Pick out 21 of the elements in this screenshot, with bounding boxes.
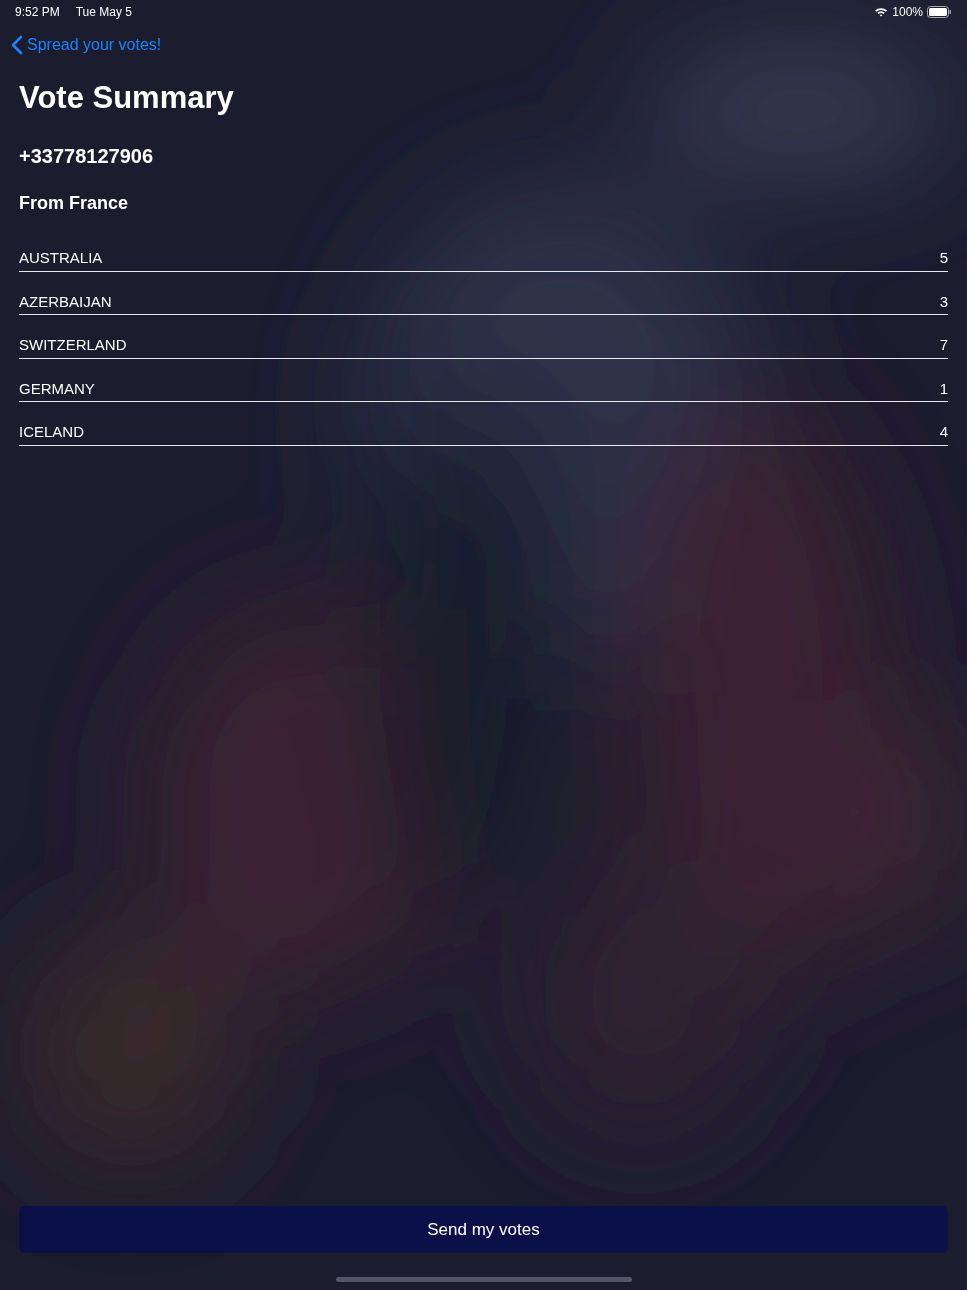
country-name: SWITZERLAND (19, 335, 127, 356)
status-time: 9:52 PM (15, 4, 60, 21)
country-name: ICELAND (19, 422, 85, 443)
origin-label: From France (19, 192, 130, 216)
send-votes-button[interactable]: Send my votes (19, 1206, 948, 1253)
country-name: GERMANY (19, 378, 95, 399)
vote-points: 4 (939, 422, 948, 443)
country-name: AUSTRALIA (19, 248, 103, 269)
battery-icon (927, 6, 952, 18)
country-name: AZERBAIJAN (19, 291, 112, 312)
vote-points: 1 (939, 378, 948, 399)
vote-points: 7 (939, 335, 948, 356)
back-chevron-icon (11, 35, 23, 55)
page-title: Vote Summary (19, 79, 235, 117)
battery-percent: 100% (892, 4, 923, 21)
phone-number: +33778127906 (19, 144, 155, 170)
wifi-icon (874, 7, 889, 17)
back-link[interactable]: Spread your votes! (11, 33, 162, 57)
vote-points: 5 (939, 248, 948, 269)
vote-points: 3 (939, 291, 948, 312)
status-date: Tue May 5 (75, 4, 132, 21)
